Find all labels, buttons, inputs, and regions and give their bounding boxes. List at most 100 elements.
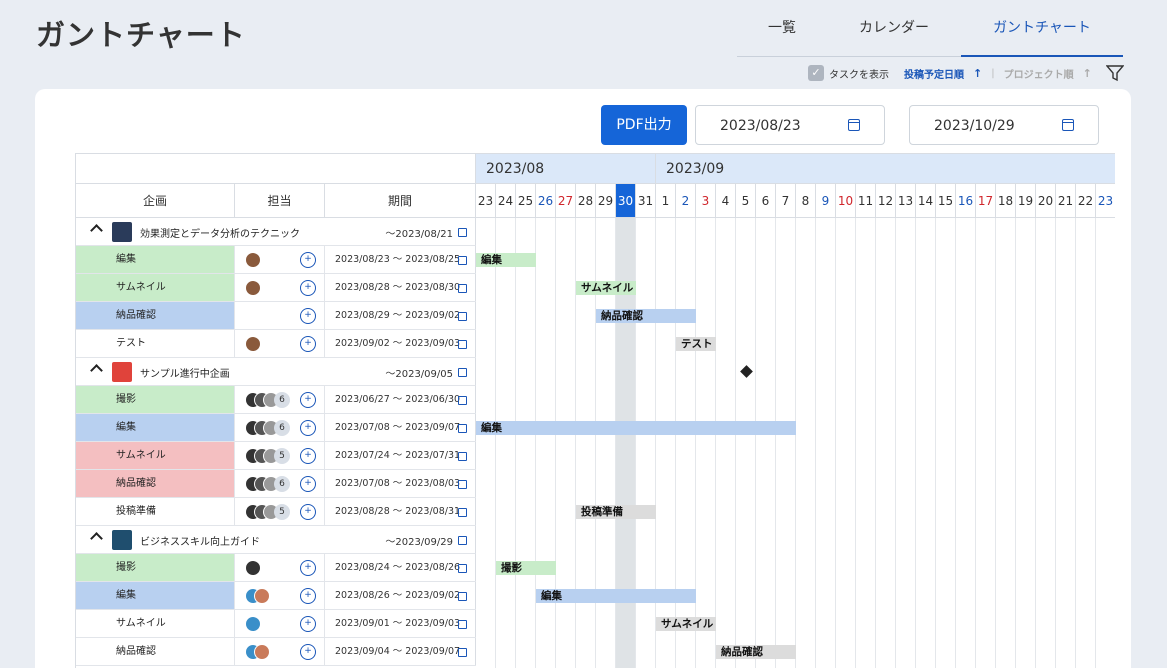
- grid-line: [855, 218, 856, 668]
- calendar-icon[interactable]: [458, 648, 467, 657]
- task-name[interactable]: 投稿準備: [76, 498, 235, 525]
- day-header: 25: [516, 184, 536, 218]
- calendar-icon[interactable]: [1062, 119, 1074, 131]
- gantt-bar[interactable]: 納品確認: [596, 309, 696, 323]
- end-date-field[interactable]: 2023/10/29: [909, 105, 1099, 145]
- gantt-bar[interactable]: サムネイル: [656, 617, 716, 631]
- task-name[interactable]: 編集: [76, 582, 235, 609]
- chevron-up-icon[interactable]: [90, 224, 103, 237]
- gantt-bar[interactable]: 投稿準備: [576, 505, 656, 519]
- add-assignee-icon[interactable]: +: [300, 644, 316, 660]
- task-name[interactable]: 撮影: [76, 386, 235, 413]
- calendar-icon[interactable]: [458, 452, 467, 461]
- grid-line: [715, 218, 716, 668]
- task-name[interactable]: 編集: [76, 414, 235, 441]
- add-assignee-icon[interactable]: +: [300, 420, 316, 436]
- calendar-icon[interactable]: [458, 508, 467, 517]
- filter-icon[interactable]: [1106, 64, 1124, 82]
- task-period-text: 2023/07/24 〜 2023/07/31: [335, 450, 461, 461]
- calendar-icon[interactable]: [848, 119, 860, 131]
- gantt-bar[interactable]: 編集: [476, 253, 536, 267]
- task-name[interactable]: 編集: [76, 246, 235, 273]
- calendar-icon[interactable]: [458, 564, 467, 573]
- calendar-icon[interactable]: [458, 424, 467, 433]
- calendar-icon[interactable]: [458, 228, 467, 237]
- add-assignee-icon[interactable]: +: [300, 392, 316, 408]
- project-title[interactable]: 効果測定とデータ分析のテクニック: [140, 225, 300, 240]
- calendar-icon[interactable]: [458, 480, 467, 489]
- task-name[interactable]: 納品確認: [76, 302, 235, 329]
- avatar[interactable]: [245, 252, 261, 268]
- avatar[interactable]: [254, 644, 270, 660]
- chevron-up-icon[interactable]: [90, 364, 103, 377]
- add-assignee-icon[interactable]: +: [300, 308, 316, 324]
- gantt-bar[interactable]: 撮影: [496, 561, 556, 575]
- calendar-icon[interactable]: [458, 536, 467, 545]
- task-row: サムネイル +2023/09/01 〜 2023/09/03: [76, 610, 476, 638]
- task-period-text: 2023/09/04 〜 2023/09/07: [335, 646, 461, 657]
- day-header: 1: [656, 184, 676, 218]
- assignee-cell: 6 +: [235, 414, 325, 441]
- avatar[interactable]: [245, 560, 261, 576]
- calendar-icon[interactable]: [458, 340, 467, 349]
- tab-calendar[interactable]: カレンダー: [827, 0, 961, 57]
- checkbox-icon[interactable]: ✓: [808, 65, 824, 81]
- add-assignee-icon[interactable]: +: [300, 560, 316, 576]
- start-date-field[interactable]: 2023/08/23: [695, 105, 885, 145]
- add-assignee-icon[interactable]: +: [300, 476, 316, 492]
- add-assignee-icon[interactable]: +: [300, 448, 316, 464]
- task-name[interactable]: テスト: [76, 330, 235, 357]
- task-period: 2023/08/26 〜 2023/09/02: [325, 582, 476, 609]
- task-name[interactable]: サムネイル: [76, 610, 235, 637]
- avatar[interactable]: [245, 280, 261, 296]
- sort-arrow-up-icon[interactable]: ↑: [1083, 67, 1092, 80]
- pdf-export-button[interactable]: PDF出力: [601, 105, 687, 145]
- project-period: 〜2023/08/21: [385, 229, 453, 240]
- task-period: 2023/08/24 〜 2023/08/26: [325, 554, 476, 581]
- task-name[interactable]: 撮影: [76, 554, 235, 581]
- task-name[interactable]: 納品確認: [76, 470, 235, 497]
- day-header: 23: [1096, 184, 1115, 218]
- task-name[interactable]: 納品確認: [76, 638, 235, 665]
- gantt-bar[interactable]: テスト: [676, 337, 716, 351]
- column-header-period: 期間: [325, 184, 476, 218]
- gantt-bar[interactable]: 編集: [476, 421, 796, 435]
- calendar-icon[interactable]: [458, 368, 467, 377]
- avatar[interactable]: [245, 616, 261, 632]
- add-assignee-icon[interactable]: +: [300, 504, 316, 520]
- tab-gantt[interactable]: ガントチャート: [961, 0, 1123, 57]
- task-row: サムネイル 5 +2023/07/24 〜 2023/07/31: [76, 442, 476, 470]
- add-assignee-icon[interactable]: +: [300, 588, 316, 604]
- add-assignee-icon[interactable]: +: [300, 336, 316, 352]
- sort-by-schedule-button[interactable]: 投稿予定日順: [904, 66, 964, 81]
- grid-line: [955, 218, 956, 668]
- task-row: 納品確認 +2023/09/04 〜 2023/09/07: [76, 638, 476, 666]
- calendar-icon[interactable]: [458, 592, 467, 601]
- calendar-icon[interactable]: [458, 284, 467, 293]
- task-name[interactable]: サムネイル: [76, 274, 235, 301]
- sort-by-project-button[interactable]: プロジェクト順: [1004, 66, 1074, 81]
- sort-arrow-up-icon[interactable]: ↑: [973, 67, 982, 80]
- calendar-icon[interactable]: [458, 620, 467, 629]
- gantt-bar[interactable]: 納品確認: [716, 645, 796, 659]
- month-header: 2023/09: [656, 154, 1115, 184]
- project-title[interactable]: サンプル進行中企画: [140, 365, 230, 380]
- show-tasks-toggle[interactable]: ✓ タスクを表示: [808, 63, 889, 83]
- calendar-icon[interactable]: [458, 256, 467, 265]
- add-assignee-icon[interactable]: +: [300, 280, 316, 296]
- add-assignee-icon[interactable]: +: [300, 252, 316, 268]
- calendar-icon[interactable]: [458, 312, 467, 321]
- task-row: 納品確認 6 +2023/07/08 〜 2023/08/03: [76, 470, 476, 498]
- tab-list[interactable]: 一覧: [737, 0, 827, 57]
- chevron-up-icon[interactable]: [90, 532, 103, 545]
- gantt-bar[interactable]: 編集: [536, 589, 696, 603]
- task-period-text: 2023/08/29 〜 2023/09/02: [335, 310, 461, 321]
- avatar[interactable]: [245, 336, 261, 352]
- add-assignee-icon[interactable]: +: [300, 616, 316, 632]
- calendar-icon[interactable]: [458, 396, 467, 405]
- gantt-bar[interactable]: サムネイル: [576, 281, 636, 295]
- task-name[interactable]: サムネイル: [76, 442, 235, 469]
- avatar[interactable]: [254, 588, 270, 604]
- project-title[interactable]: ビジネススキル向上ガイド: [140, 533, 260, 548]
- task-period: 2023/08/29 〜 2023/09/02: [325, 302, 476, 329]
